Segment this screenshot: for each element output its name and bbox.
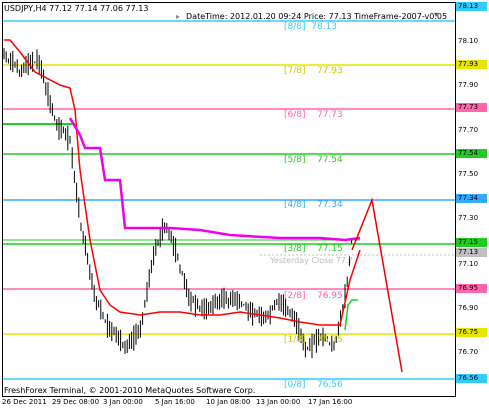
price-tag-4-8: 77.34 [456,194,487,203]
price-tick: 77.70 [458,126,479,134]
price-tag-0-8: 76.56 [456,374,487,383]
price-tick: 76.70 [458,348,479,356]
price-tick: 77.10 [458,260,479,268]
murrey-label-6-8: [6/8] 77.73 [284,110,343,120]
time-tick: 29 Dec 08:00 [52,398,100,406]
chart-canvas [3,20,455,380]
copyright-text: FreshForex Terminal, © 2001-2010 MetaQuo… [4,386,256,395]
time-tick: 3 Jan 00:00 [103,398,143,406]
price-tick: 76.90 [458,304,479,312]
murrey-label-0-8: [0/8] 76.56 [284,380,343,390]
forecast-line [351,197,403,373]
chart-window: USDJPY,H4 77.12 77.14 77.06 77.13 DateTi… [0,0,489,411]
time-tick: 13 Jan 00:00 [256,398,301,406]
price-tag-8-8: 78.13 [456,2,487,11]
triangle-icon: ▸ [176,12,181,21]
price-tick: 77.30 [458,214,479,222]
time-tick: 10 Jan 08:00 [206,398,251,406]
murrey-label-1-8: [1/8] 76.75 [284,335,343,345]
price-tag-current: 77.13 [456,248,487,257]
murrey-label-3-8: [3/8] 77.15 [284,244,343,254]
indicator-info: DateTime: 2012.01.20 09:24 Price: 77.13 … [186,12,448,21]
price-tag-7-8: 77.93 [456,60,487,69]
time-tick: 17 Jan 16:00 [308,398,353,406]
trend-line [68,117,361,242]
murrey-label-2-8: [2/8] 76.95 [284,291,343,301]
price-tick: 78.10 [458,37,479,45]
price-tag-1-8: 76.75 [456,328,487,337]
down-triangle-icon[interactable]: ▾ [434,10,438,19]
murrey-label-7-8: [7/8] 77.93 [284,66,343,76]
murrey-label-5-8: [5/8] 77.54 [284,155,343,165]
price-tag-3-8: 77.15 [456,238,487,247]
murrey-label-4-8: [4/8] 77.34 [284,200,343,210]
time-tick: 5 Jan 16:00 [155,398,195,406]
price-tag-2-8: 76.95 [456,284,487,293]
murrey-label-8-8: [8/8] 78.13 [284,22,338,32]
price-tick: 77.90 [458,81,479,89]
yesterday-close-label: Yesterday Close 77.? [270,256,353,265]
symbol-info: USDJPY,H4 77.12 77.14 77.06 77.13 [4,4,149,13]
green-tail [344,299,358,331]
time-tick: 26 Dec 2011 [2,398,47,406]
moving-average-line [4,39,361,326]
price-tag-5-8: 77.54 [456,149,487,158]
price-tag-6-8: 77.73 [456,103,487,112]
price-tick: 77.50 [458,170,479,178]
